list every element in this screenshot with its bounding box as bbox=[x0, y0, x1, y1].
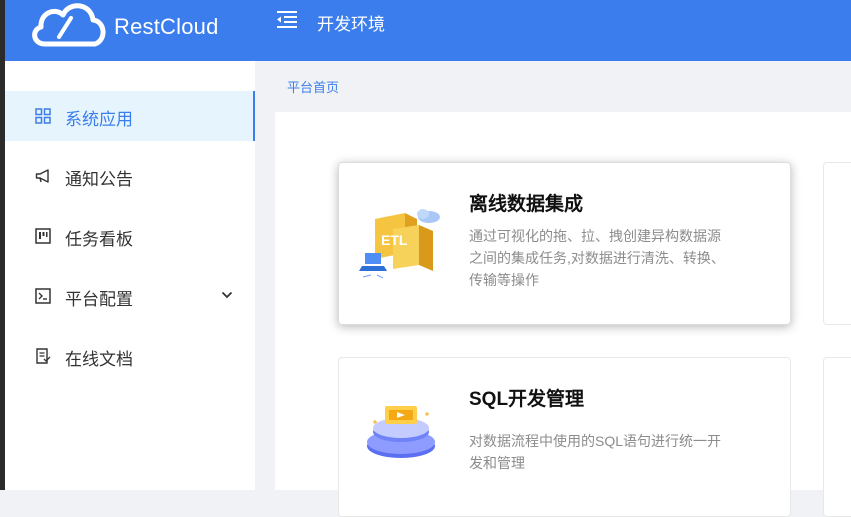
grid-icon bbox=[35, 108, 51, 124]
brand-name: RestCloud bbox=[114, 14, 219, 39]
kanban-icon bbox=[35, 228, 51, 244]
megaphone-icon bbox=[35, 169, 49, 183]
sidebar: 系统应用 通知公告 任务看板 平台配置 在线文档 bbox=[5, 61, 255, 490]
sidebar-item-system-apps[interactable]: 系统应用 bbox=[5, 91, 255, 141]
menu-fold-icon[interactable] bbox=[275, 9, 299, 29]
app-card-sql-management[interactable]: SQL开发管理 对数据流程中使用的SQL语句进行统一开发和管理 bbox=[338, 357, 791, 517]
chevron-down-icon bbox=[221, 291, 233, 299]
sidebar-item-online-docs[interactable]: 在线文档 bbox=[5, 331, 255, 381]
etl-illustration-icon: ETL bbox=[359, 209, 440, 279]
app-card-partial[interactable] bbox=[823, 357, 851, 517]
environment-label[interactable]: 开发环境 bbox=[317, 10, 385, 35]
sidebar-item-label: 在线文档 bbox=[65, 350, 133, 369]
document-icon bbox=[36, 348, 51, 364]
app-card-partial[interactable] bbox=[823, 162, 851, 325]
top-header: RestCloud 开发环境 bbox=[5, 0, 851, 61]
sidebar-item-label: 通知公告 bbox=[65, 170, 133, 189]
sidebar-item-label: 任务看板 bbox=[65, 230, 133, 249]
sidebar-item-task-board[interactable]: 任务看板 bbox=[5, 211, 255, 261]
cloud-logo-icon bbox=[32, 3, 106, 47]
breadcrumb[interactable]: 平台首页 bbox=[287, 77, 339, 96]
app-card-offline-integration[interactable]: ETL 离线数据集成 通过可视化的拖、拉、拽创建异构数据源之间的集成任务,对数据… bbox=[338, 162, 791, 325]
sidebar-item-platform-config[interactable]: 平台配置 bbox=[5, 271, 255, 321]
sidebar-item-notices[interactable]: 通知公告 bbox=[5, 151, 255, 201]
card-title: SQL开发管理 bbox=[469, 389, 585, 410]
card-title: 离线数据集成 bbox=[469, 194, 584, 215]
sql-illustration-icon bbox=[367, 406, 435, 458]
sidebar-item-label: 系统应用 bbox=[65, 110, 133, 129]
card-description: 通过可视化的拖、拉、拽创建异构数据源之间的集成任务,对数据进行清洗、转换、传输等… bbox=[469, 228, 725, 288]
sidebar-item-label: 平台配置 bbox=[65, 290, 133, 309]
card-description: 对数据流程中使用的SQL语句进行统一开发和管理 bbox=[469, 433, 722, 471]
main-panel: ETL 离线数据集成 通过可视化的拖、拉、拽创建异构数据源之间的集成任务,对数据… bbox=[275, 112, 851, 517]
svg-text:ETL: ETL bbox=[381, 232, 408, 248]
terminal-icon bbox=[35, 288, 51, 304]
